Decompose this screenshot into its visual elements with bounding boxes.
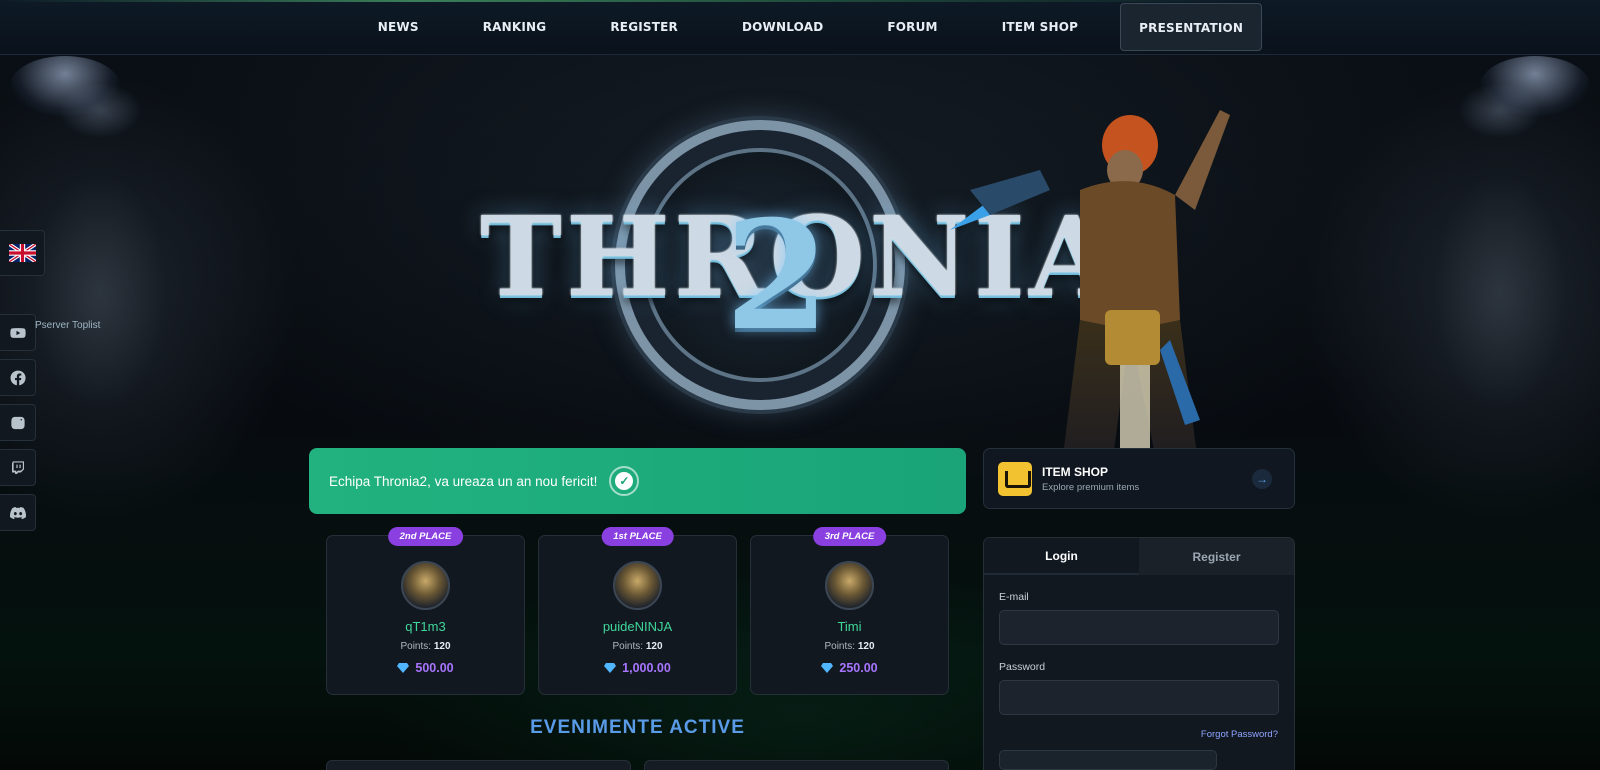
item-shop-panel[interactable]: ITEM SHOP Explore premium items → [983, 448, 1295, 509]
event-card[interactable] [326, 760, 631, 770]
password-label: Password [999, 661, 1046, 673]
login-button[interactable] [999, 750, 1217, 770]
tab-register[interactable]: Register [1139, 538, 1294, 575]
rank-card-third[interactable]: 3rd PLACE Timi Points: 120 250.00 [750, 527, 949, 695]
rank-badge: 1st PLACE [601, 527, 674, 546]
top-navigation: NEWS RANKING REGISTER DOWNLOAD FORUM ITE… [0, 0, 1600, 55]
password-field[interactable] [999, 680, 1279, 715]
player-name: qT1m3 [405, 619, 446, 634]
logo-number: 2 [725, 188, 830, 364]
nav-download[interactable]: DOWNLOAD [710, 3, 855, 51]
announcement-banner: Echipa Thronia2, va ureaza un an nou fer… [309, 448, 966, 514]
rank-badge: 2nd PLACE [387, 527, 464, 546]
nav-presentation[interactable]: PRESENTATION [1120, 3, 1263, 51]
twitch-icon [11, 460, 24, 474]
orb-left-decoration [10, 56, 120, 116]
player-points: Points: 120 [824, 641, 875, 652]
uk-flag-icon [8, 244, 36, 262]
nav-news[interactable]: NEWS [346, 3, 451, 51]
nav-item-shop[interactable]: ITEM SHOP [970, 3, 1110, 51]
nav-forum[interactable]: FORUM [855, 3, 969, 51]
shopping-cart-icon [998, 461, 1032, 496]
announcement-text: Echipa Thronia2, va ureaza un an nou fer… [329, 473, 598, 489]
instagram-icon [10, 416, 25, 429]
player-prize: 250.00 [751, 661, 948, 675]
email-label: E-mail [999, 591, 1029, 603]
discord-icon [9, 506, 26, 519]
shop-subtitle: Explore premium items [1042, 481, 1140, 493]
shop-title: ITEM SHOP [1042, 464, 1109, 479]
nav-ranking[interactable]: RANKING [451, 3, 579, 51]
rank-badge: 3rd PLACE [812, 527, 887, 546]
diamond-icon [604, 663, 617, 673]
rank-card-second[interactable]: 2nd PLACE qT1m3 Points: 120 500.00 [326, 527, 525, 695]
email-field[interactable] [999, 610, 1279, 645]
diamond-icon [821, 663, 834, 673]
avatar [825, 561, 874, 610]
avatar [401, 561, 450, 610]
check-circle-icon: ✓ [609, 466, 640, 496]
instagram-link[interactable] [0, 404, 36, 441]
youtube-icon [9, 327, 26, 338]
tab-login[interactable]: Login [984, 538, 1139, 575]
facebook-icon [10, 370, 26, 385]
nav-items: NEWS RANKING REGISTER DOWNLOAD FORUM ITE… [346, 3, 1263, 51]
forgot-password-link[interactable]: Forgot Password? [984, 729, 1278, 740]
events-title: EVENIMENTE ACTIVE [530, 717, 745, 738]
discord-link[interactable] [0, 494, 36, 531]
rank-card-first[interactable]: 1st PLACE puideNINJA Points: 120 1,000.0… [538, 527, 737, 695]
event-card[interactable] [644, 760, 949, 770]
statue-right-decoration [1400, 60, 1600, 480]
player-points: Points: 120 [400, 641, 451, 652]
player-name: puideNINJA [602, 619, 673, 634]
twitch-link[interactable] [0, 449, 36, 486]
player-prize: 1,000.00 [539, 661, 736, 675]
login-tabs: Login Register [984, 538, 1294, 575]
player-name: Timi [837, 619, 862, 634]
toplist-link[interactable]: Pserver Toplist [35, 320, 100, 331]
character-artwork [950, 110, 1230, 480]
youtube-link[interactable] [0, 314, 36, 351]
diamond-icon [397, 663, 410, 673]
player-points: Points: 120 [612, 641, 663, 652]
orb-right-decoration [1480, 56, 1590, 116]
language-selector[interactable] [0, 230, 45, 276]
facebook-link[interactable] [0, 359, 36, 396]
arrow-right-icon[interactable]: → [1252, 469, 1272, 489]
avatar [613, 561, 662, 610]
player-prize: 500.00 [327, 661, 524, 675]
nav-register[interactable]: REGISTER [578, 3, 710, 51]
login-panel: Login Register E-mail Password Forgot Pa… [983, 537, 1295, 770]
